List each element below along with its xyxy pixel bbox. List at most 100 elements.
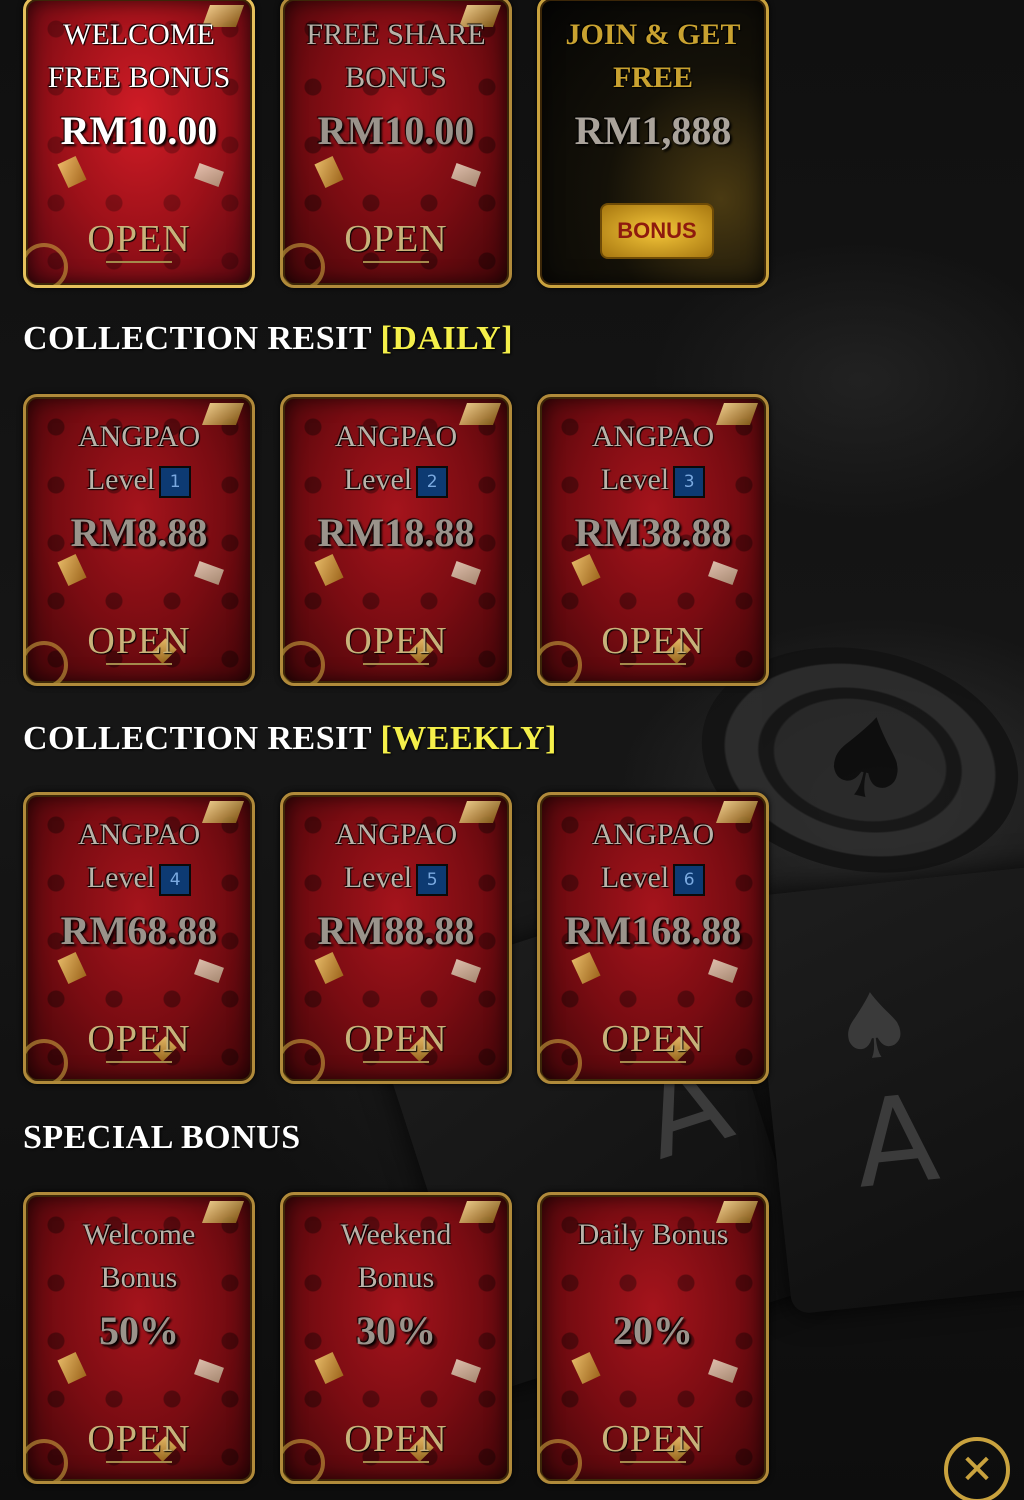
card-title: FREE SHARE BONUS (306, 18, 486, 94)
background-card: ♠ A (748, 865, 1024, 1315)
ornament-divider (620, 1461, 686, 1463)
ornament-divider (363, 663, 429, 665)
ornament-divider (106, 663, 172, 665)
card-level-line: Level 6 (540, 856, 766, 899)
welcome-free-bonus-card[interactable]: WELCOME FREE BONUS RM10.00 OPEN (23, 0, 255, 288)
level-label: Level (86, 463, 156, 496)
card-name: ANGPAO (77, 818, 201, 851)
gold-bar-icon (57, 155, 87, 189)
gold-bar-icon (314, 553, 344, 587)
ornament-divider (106, 261, 172, 263)
banknote-icon (194, 959, 224, 983)
card-name: ANGPAO (77, 420, 201, 453)
card-level-line: Level 5 (283, 856, 509, 899)
card-amount: RM10.00 (60, 108, 218, 153)
banknote-icon (451, 959, 481, 983)
gold-bar-icon (57, 951, 87, 985)
free-share-bonus-card[interactable]: FREE SHARE BONUS RM10.00 OPEN (280, 0, 512, 288)
card-level-line: Level 3 (540, 458, 766, 501)
card-name: ANGPAO (334, 420, 458, 453)
weekly-section-title: COLLECTION RESIT [WEEKLY] (23, 720, 557, 758)
weekly-card-row: ANGPAO Level 4 RM68.88 OPEN ANGPAO Level 5… (0, 792, 780, 1092)
card-name: ANGPAO (591, 420, 715, 453)
open-label: OPEN (87, 218, 191, 260)
level-number-badge: 2 (416, 466, 449, 499)
banknote-icon (194, 561, 224, 585)
card-level-line: Level 2 (283, 458, 509, 501)
card-title: Weekend Bonus (283, 1213, 509, 1299)
open-label: OPEN (601, 1018, 705, 1060)
welcome-bonus-card[interactable]: Welcome Bonus 50% OPEN (23, 1192, 255, 1484)
weekend-bonus-card[interactable]: Weekend Bonus 30% OPEN (280, 1192, 512, 1484)
card-percentage: 20% (613, 1308, 693, 1353)
card-title: ANGPAO Level 1 (26, 415, 252, 501)
card-name: ANGPAO (334, 818, 458, 851)
card-amount: RM1,888 (574, 108, 732, 153)
level-label: Level (343, 463, 413, 496)
bonus-page: A ♠ A ♠ WELCOME FREE BONUS RM10.00 OPEN F… (0, 0, 1024, 1500)
angpao-level-2-card[interactable]: ANGPAO Level 2 RM18.88 OPEN (280, 394, 512, 686)
card-level-line: Level 1 (26, 458, 252, 501)
spade-icon: ♠ (827, 970, 920, 1084)
card-title-line-2 (540, 1256, 766, 1299)
card-title: Welcome Bonus (26, 1213, 252, 1299)
section-tag: [WEEKLY] (380, 720, 557, 757)
banknote-icon (451, 1359, 481, 1383)
level-label: Level (343, 861, 413, 894)
card-amount: RM18.88 (317, 510, 475, 555)
card-title: ANGPAO Level 2 (283, 415, 509, 501)
special-card-row: Welcome Bonus 50% OPEN Weekend Bonus 30%… (0, 1192, 780, 1492)
card-title-line-1: Welcome (82, 1218, 196, 1251)
open-label: OPEN (344, 1018, 448, 1060)
banknote-icon (451, 163, 481, 187)
gold-bar-icon (57, 553, 87, 587)
card-amount: RM68.88 (60, 908, 218, 953)
gold-bar-icon (314, 155, 344, 189)
close-icon: ✕ (960, 1447, 994, 1493)
daily-card-row: ANGPAO Level 1 RM8.88 OPEN ANGPAO Level 2 … (0, 394, 780, 694)
angpao-level-5-card[interactable]: ANGPAO Level 5 RM88.88 OPEN (280, 792, 512, 1084)
card-title: ANGPAO Level 4 (26, 813, 252, 899)
level-label: Level (86, 861, 156, 894)
spade-icon: ♠ (806, 685, 930, 832)
banknote-icon (708, 959, 738, 983)
open-label: OPEN (344, 620, 448, 662)
level-label: Level (600, 861, 670, 894)
daily-section-title: COLLECTION RESIT [DAILY] (23, 320, 513, 358)
card-title: ANGPAO Level 6 (540, 813, 766, 899)
banknote-icon (194, 1359, 224, 1383)
daily-bonus-card[interactable]: Daily Bonus 20% OPEN (537, 1192, 769, 1484)
ace-glyph-icon: A (848, 1068, 945, 1216)
ornament-divider (106, 1061, 172, 1063)
ornament-divider (106, 1461, 172, 1463)
banknote-icon (708, 561, 738, 585)
card-percentage: 50% (99, 1308, 179, 1353)
close-button[interactable]: ✕ (944, 1437, 1010, 1500)
gold-bar-icon (571, 951, 601, 985)
card-title: WELCOME FREE BONUS (47, 18, 231, 94)
angpao-level-4-card[interactable]: ANGPAO Level 4 RM68.88 OPEN (23, 792, 255, 1084)
card-percentage: 30% (356, 1308, 436, 1353)
card-name: ANGPAO (591, 818, 715, 851)
open-label: OPEN (87, 1018, 191, 1060)
level-number-badge: 6 (673, 864, 706, 897)
angpao-level-1-card[interactable]: ANGPAO Level 1 RM8.88 OPEN (23, 394, 255, 686)
angpao-level-3-card[interactable]: ANGPAO Level 3 RM38.88 OPEN (537, 394, 769, 686)
join-and-get-free-card[interactable]: JOIN & GET FREE RM1,888 BONUS (537, 0, 769, 288)
ornament-divider (363, 261, 429, 263)
gold-bar-icon (314, 951, 344, 985)
gold-bar-icon (571, 553, 601, 587)
card-amount: RM8.88 (70, 510, 208, 555)
card-title-line-1: Daily Bonus (577, 1218, 729, 1251)
top-bonus-row: WELCOME FREE BONUS RM10.00 OPEN FREE SHA… (0, 0, 780, 300)
level-number-badge: 5 (416, 864, 449, 897)
ornament-divider (363, 1461, 429, 1463)
angpao-level-6-card[interactable]: ANGPAO Level 6 RM168.88 OPEN (537, 792, 769, 1084)
card-amount: RM10.00 (317, 108, 475, 153)
ornament-divider (620, 663, 686, 665)
card-amount: RM88.88 (317, 908, 475, 953)
banknote-icon (451, 561, 481, 585)
ornament-divider (363, 1061, 429, 1063)
card-title: JOIN & GET FREE (565, 18, 741, 94)
card-amount: RM168.88 (564, 908, 742, 953)
